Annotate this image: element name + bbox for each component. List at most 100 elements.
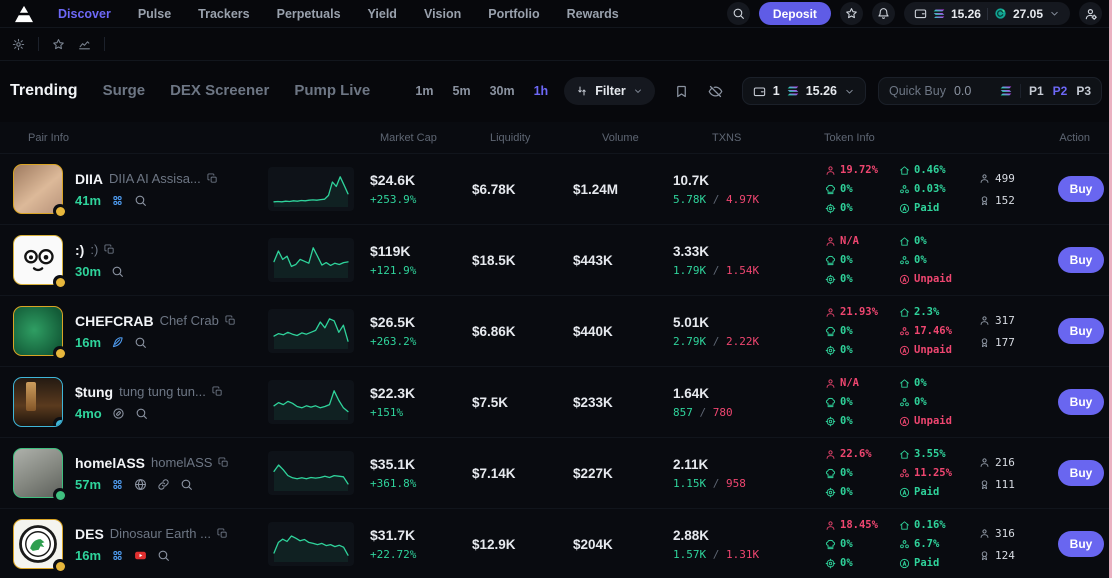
chevron-down-icon xyxy=(1049,8,1060,19)
tab-trending[interactable]: Trending xyxy=(10,82,78,100)
pump-link-button[interactable] xyxy=(112,407,125,420)
timeframe-1m[interactable]: 1m xyxy=(415,84,433,98)
nav-item-portfolio[interactable]: Portfolio xyxy=(488,7,539,21)
token-avatar[interactable] xyxy=(13,519,63,569)
dino-logo-icon xyxy=(17,523,59,565)
token-symbol[interactable]: :) xyxy=(75,242,84,258)
search-link-button[interactable] xyxy=(157,549,170,562)
bookmark-button[interactable] xyxy=(674,84,689,99)
market-cap-cell: $119K+121.9% xyxy=(360,243,470,277)
token-avatar[interactable] xyxy=(13,306,63,356)
sparkline-panel[interactable] xyxy=(268,238,354,282)
timeframe-30m[interactable]: 30m xyxy=(490,84,515,98)
stat-chef-hat: 0% xyxy=(825,467,885,479)
nav-item-yield[interactable]: Yield xyxy=(368,7,397,21)
migration-badge xyxy=(53,559,67,573)
copy-address-button[interactable] xyxy=(104,244,115,255)
preset-p2[interactable]: P2 xyxy=(1053,84,1068,98)
nav-item-trackers[interactable]: Trackers xyxy=(198,7,249,21)
deposit-button[interactable]: Deposit xyxy=(759,2,831,25)
buy-button[interactable]: Buy xyxy=(1058,460,1104,486)
volume-value: $440K xyxy=(570,324,670,339)
buy-button[interactable]: Buy xyxy=(1058,389,1104,415)
quick-buy-input[interactable]: Quick Buy 0.0 P1P2P3 xyxy=(878,77,1102,105)
youtube-link-button[interactable] xyxy=(134,549,147,562)
axiom-logo[interactable] xyxy=(10,3,38,25)
balance-pill[interactable]: 15.26 27.05 xyxy=(904,2,1070,25)
solana-bars-icon xyxy=(1000,86,1012,96)
nav-item-rewards[interactable]: Rewards xyxy=(567,7,619,21)
txns-buys: 1.79K xyxy=(673,264,706,277)
stat-bundle: 0% xyxy=(899,254,965,266)
tab-dex-screener[interactable]: DEX Screener xyxy=(170,82,269,99)
settings-button[interactable] xyxy=(12,38,25,51)
users-grid-icon xyxy=(111,194,124,207)
globe-link-button[interactable] xyxy=(134,478,147,491)
copy-address-button[interactable] xyxy=(225,315,236,326)
stat-bundle: 6.7% xyxy=(899,538,965,550)
timeframe-1h[interactable]: 1h xyxy=(534,84,549,98)
search-link-button[interactable] xyxy=(134,194,147,207)
stat-value: 18.45% xyxy=(840,519,878,531)
nav-item-vision[interactable]: Vision xyxy=(424,7,461,21)
search-link-button[interactable] xyxy=(111,265,124,278)
nav-item-pulse[interactable]: Pulse xyxy=(138,7,171,21)
token-symbol[interactable]: $tung xyxy=(75,384,113,400)
token-avatar[interactable] xyxy=(13,377,63,427)
sparkline-panel[interactable] xyxy=(268,451,354,495)
token-avatar[interactable] xyxy=(13,235,63,285)
users-grid-link-button[interactable] xyxy=(111,194,124,207)
copy-icon xyxy=(207,173,218,184)
timeframe-5m[interactable]: 5m xyxy=(453,84,471,98)
favorites-button[interactable] xyxy=(52,38,65,51)
search-link-button[interactable] xyxy=(135,407,148,420)
copy-address-button[interactable] xyxy=(218,457,229,468)
buy-button[interactable]: Buy xyxy=(1058,176,1104,202)
users-grid-link-button[interactable] xyxy=(111,549,124,562)
token-symbol[interactable]: homelASS xyxy=(75,455,145,471)
stat-person: N/A xyxy=(825,235,885,247)
users-grid-link-button[interactable] xyxy=(111,478,124,491)
buy-button[interactable]: Buy xyxy=(1058,318,1104,344)
profile-button[interactable] xyxy=(1079,2,1102,25)
pro-traders-value: 111 xyxy=(995,478,1015,491)
token-symbol[interactable]: DIIA xyxy=(75,171,103,187)
nav-item-discover[interactable]: Discover xyxy=(58,7,111,21)
filter-button[interactable]: Filter xyxy=(564,77,655,105)
pro-traders-icon xyxy=(979,479,990,490)
sparkline-panel[interactable] xyxy=(268,380,354,424)
chart-view-button[interactable] xyxy=(78,38,91,51)
token-avatar[interactable] xyxy=(13,448,63,498)
bell-icon xyxy=(877,7,890,20)
tab-surge[interactable]: Surge xyxy=(103,82,146,99)
link-link-button[interactable] xyxy=(157,478,170,491)
copy-address-button[interactable] xyxy=(212,386,223,397)
wallet-selector[interactable]: 1 15.26 xyxy=(742,77,866,105)
sparkline-panel[interactable] xyxy=(268,522,354,566)
preset-p3[interactable]: P3 xyxy=(1076,84,1091,98)
feather-link-button[interactable] xyxy=(111,336,124,349)
preset-p1[interactable]: P1 xyxy=(1029,84,1044,98)
nav-item-perpetuals[interactable]: Perpetuals xyxy=(277,7,341,21)
buy-button[interactable]: Buy xyxy=(1058,247,1104,273)
users-grid-icon xyxy=(111,549,124,562)
search-link-button[interactable] xyxy=(134,336,147,349)
token-symbol[interactable]: CHEFCRAB xyxy=(75,313,154,329)
sparkline-panel[interactable] xyxy=(268,167,354,211)
search-link-button[interactable] xyxy=(180,478,193,491)
hide-tokens-button[interactable] xyxy=(708,84,723,99)
copy-address-button[interactable] xyxy=(217,528,228,539)
tab-pump-live[interactable]: Pump Live xyxy=(294,82,370,99)
sparkline-panel[interactable] xyxy=(268,309,354,353)
notifications-button[interactable] xyxy=(872,2,895,25)
stat-house: 0.16% xyxy=(899,519,965,531)
watchlist-button[interactable] xyxy=(840,2,863,25)
market-cap-change: +121.9% xyxy=(370,264,470,277)
search-button[interactable] xyxy=(727,2,750,25)
copy-address-button[interactable] xyxy=(207,173,218,184)
token-avatar[interactable] xyxy=(13,164,63,214)
buy-button[interactable]: Buy xyxy=(1058,531,1104,557)
token-symbol[interactable]: DES xyxy=(75,526,104,542)
token-age: 16m xyxy=(75,548,101,563)
stat-person: 21.93% xyxy=(825,306,885,318)
